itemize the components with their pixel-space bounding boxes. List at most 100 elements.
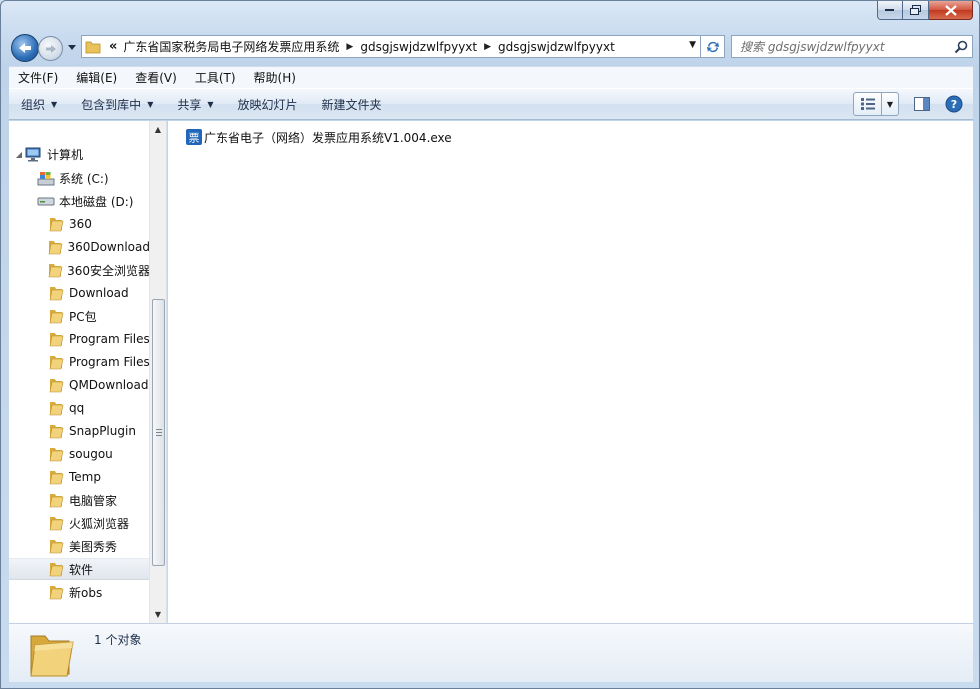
tree-label: 计算机 xyxy=(47,147,84,162)
tree-item-folder[interactable]: 360Download xyxy=(9,236,150,258)
tree-item-folder[interactable]: QMDownload xyxy=(9,374,150,396)
tree-item-folder[interactable]: 360安全浏览器 xyxy=(9,259,150,281)
tree-item-folder[interactable]: Program Files xyxy=(9,351,150,373)
include-library-button[interactable]: 包含到库中 ▼ xyxy=(69,89,165,119)
tree-item-folder[interactable]: sougou xyxy=(9,443,150,465)
folder-icon xyxy=(47,377,65,393)
menu-bar: 文件(F) 编辑(E) 查看(V) 工具(T) 帮助(H) xyxy=(9,66,973,88)
slideshow-button[interactable]: 放映幻灯片 xyxy=(226,89,310,119)
system-drive-icon xyxy=(37,170,55,186)
collapse-arrow-icon[interactable]: ◢ xyxy=(13,150,25,159)
tree-item-folder[interactable]: qq xyxy=(9,397,150,419)
folder-icon xyxy=(47,561,65,577)
slideshow-label: 放映幻灯片 xyxy=(237,97,298,112)
file-name: 广东省电子（网络）发票应用系统V1.004.exe xyxy=(204,130,452,145)
menu-edit[interactable]: 编辑(E) xyxy=(67,69,126,86)
change-view-button[interactable]: ▼ xyxy=(853,92,899,116)
scroll-thumb[interactable] xyxy=(152,299,165,566)
restore-icon xyxy=(910,5,921,15)
organize-button[interactable]: 组织 ▼ xyxy=(9,89,69,119)
menu-tools[interactable]: 工具(T) xyxy=(186,69,245,86)
view-options-dropdown-icon[interactable]: ▼ xyxy=(882,93,898,115)
tree-label: 美图秀秀 xyxy=(69,539,118,554)
folder-icon xyxy=(47,584,65,600)
tree-item-drive-d[interactable]: 本地磁盘 (D:) xyxy=(25,190,166,212)
breadcrumb-separator-icon[interactable]: ▶ xyxy=(346,42,353,52)
tree-item-folder[interactable]: 美图秀秀 xyxy=(9,535,150,557)
help-button[interactable]: ? xyxy=(941,92,967,116)
breadcrumb-item[interactable]: gdsgjswjdzwlfpyyxt xyxy=(360,40,477,54)
menu-file[interactable]: 文件(F) xyxy=(9,69,67,86)
folder-icon xyxy=(27,628,75,680)
chevron-down-icon: ▼ xyxy=(51,99,58,109)
tree-label: PC包 xyxy=(69,309,97,324)
details-pane: 1 个对象 xyxy=(9,623,973,682)
scroll-down-icon[interactable]: ▼ xyxy=(150,606,166,623)
tree-item-folder[interactable]: 新obs xyxy=(9,581,150,603)
new-folder-button[interactable]: 新建文件夹 xyxy=(310,89,394,119)
svg-text:?: ? xyxy=(951,98,957,111)
tree-item-drive-c[interactable]: 系统 (C:) xyxy=(25,167,166,189)
folder-icon xyxy=(47,446,65,462)
invoice-app-icon: 票 xyxy=(186,129,202,145)
nav-scrollbar[interactable]: ▲ ▼ xyxy=(149,121,166,623)
tree-label: Temp xyxy=(69,470,101,484)
minimize-button[interactable] xyxy=(877,1,903,20)
close-button[interactable] xyxy=(929,1,973,20)
tree-item-folder[interactable]: 电脑管家 xyxy=(9,489,150,511)
folder-icon xyxy=(47,400,65,416)
chevron-down-icon xyxy=(68,44,76,50)
folder-icon xyxy=(85,38,105,56)
folder-icon xyxy=(47,515,65,531)
tree-item-folder[interactable]: Download xyxy=(9,282,150,304)
forward-button[interactable] xyxy=(38,36,63,61)
forward-arrow-icon xyxy=(45,44,56,53)
tree-item-folder[interactable]: 软件 xyxy=(9,558,150,580)
file-list: 票 广东省电子（网络）发票应用系统V1.004.exe xyxy=(168,121,973,623)
search-input[interactable] xyxy=(740,39,950,54)
tree-item-folder[interactable]: SnapPlugin xyxy=(9,420,150,442)
preview-pane-icon xyxy=(914,97,930,111)
view-details-icon[interactable] xyxy=(854,93,882,115)
folder-icon xyxy=(47,285,65,301)
address-dropdown-button[interactable]: ▼ xyxy=(689,40,696,50)
share-button[interactable]: 共享 ▼ xyxy=(165,89,225,119)
tree-item-folder[interactable]: Program Files xyxy=(9,328,150,350)
breadcrumb-separator-icon[interactable]: ▶ xyxy=(484,42,491,52)
menu-help[interactable]: 帮助(H) xyxy=(245,69,305,86)
breadcrumb-item[interactable]: gdsgjswjdzwlfpyyxt xyxy=(498,40,615,54)
folder-icon xyxy=(47,331,65,347)
item-count: 1 个对象 xyxy=(94,633,142,647)
folder-icon xyxy=(47,239,63,255)
refresh-icon xyxy=(706,41,719,52)
preview-pane-button[interactable] xyxy=(909,92,935,116)
scroll-up-icon[interactable]: ▲ xyxy=(150,121,166,138)
svg-text:票: 票 xyxy=(189,132,200,145)
tree-item-folder[interactable]: PC包 xyxy=(9,305,150,327)
help-icon: ? xyxy=(945,95,963,113)
search-box[interactable] xyxy=(731,35,973,58)
tree-label: qq xyxy=(69,401,85,415)
tree-label: SnapPlugin xyxy=(69,424,136,438)
computer-icon xyxy=(25,146,43,162)
tree-label: QMDownload xyxy=(69,378,149,392)
tree-label: Program Files xyxy=(69,355,150,369)
menu-view[interactable]: 查看(V) xyxy=(126,69,186,86)
share-label: 共享 xyxy=(177,97,202,112)
new-folder-label: 新建文件夹 xyxy=(321,97,382,112)
tree-item-folder[interactable]: 360 xyxy=(9,213,150,235)
refresh-button[interactable] xyxy=(701,35,725,58)
address-bar[interactable]: « 广东省国家税务局电子网络发票应用系统 ▶ gdsgjswjdzwlfpyyx… xyxy=(81,35,701,58)
maximize-button[interactable] xyxy=(903,1,929,20)
file-item[interactable]: 票 广东省电子（网络）发票应用系统V1.004.exe xyxy=(186,128,452,146)
chevron-down-icon: ▼ xyxy=(147,99,154,109)
tree-item-computer[interactable]: ◢ 计算机 xyxy=(13,143,154,165)
tree-item-folder[interactable]: Temp xyxy=(9,466,150,488)
recent-pages-button[interactable] xyxy=(67,42,77,52)
tree-item-folder[interactable]: 火狐浏览器 xyxy=(9,512,150,534)
folder-icon xyxy=(47,354,65,370)
search-icon[interactable] xyxy=(950,40,972,54)
breadcrumb-item[interactable]: 广东省国家税务局电子网络发票应用系统 xyxy=(123,38,339,55)
address-overflow-button[interactable]: « xyxy=(109,39,117,54)
back-button[interactable] xyxy=(11,34,39,62)
